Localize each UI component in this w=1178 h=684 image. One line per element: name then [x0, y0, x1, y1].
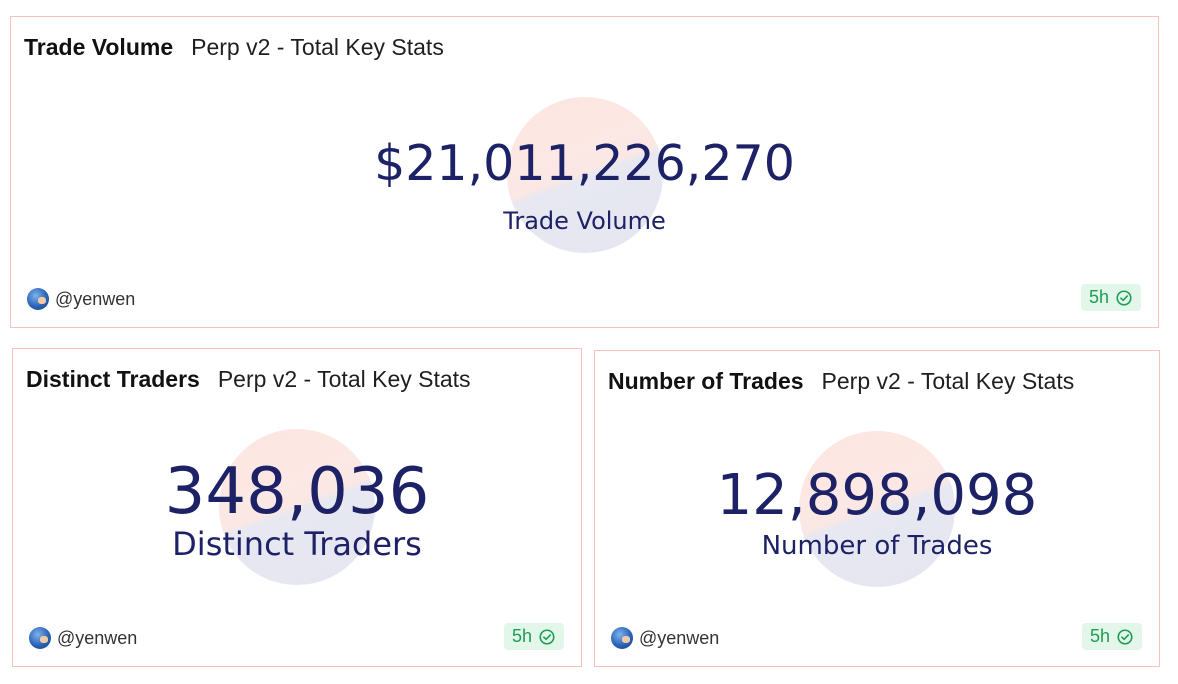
trade-volume-value: $21,011,226,270: [374, 135, 795, 192]
author-link[interactable]: @yenwen: [611, 627, 719, 649]
trade-volume-label: Trade Volume: [503, 207, 666, 235]
freshness-text: 5h: [511, 626, 532, 646]
freshness-text: 5h: [1088, 287, 1109, 307]
author-link[interactable]: @yenwen: [29, 627, 137, 649]
card-subtitle[interactable]: Perp v2 - Total Key Stats: [191, 34, 444, 61]
freshness-badge[interactable]: 5h: [503, 623, 564, 650]
user-avatar: [611, 627, 633, 649]
card-header: Trade Volume Perp v2 - Total Key Stats: [24, 34, 1146, 61]
distinct-traders-label: Distinct Traders: [172, 525, 422, 563]
number-of-trades-card[interactable]: Number of Trades Perp v2 - Total Key Sta…: [594, 350, 1160, 667]
trade-volume-card[interactable]: Trade Volume Perp v2 - Total Key Stats $…: [10, 16, 1159, 328]
number-of-trades-label: Number of Trades: [761, 531, 993, 561]
freshness-badge[interactable]: 5h: [1080, 284, 1141, 311]
author-name: @yenwen: [55, 288, 136, 309]
card-header: Distinct Traders Perp v2 - Total Key Sta…: [26, 366, 569, 393]
distinct-traders-card[interactable]: Distinct Traders Perp v2 - Total Key Sta…: [12, 348, 582, 667]
number-of-trades-value: 12,898,098: [716, 463, 1038, 528]
author-link[interactable]: @yenwen: [27, 288, 135, 310]
freshness-text: 5h: [1089, 626, 1110, 646]
check-circle-icon: [1117, 628, 1133, 645]
author-name: @yenwen: [57, 627, 138, 648]
card-subtitle[interactable]: Perp v2 - Total Key Stats: [822, 368, 1075, 395]
check-circle-icon: [1116, 289, 1132, 306]
card-header: Number of Trades Perp v2 - Total Key Sta…: [608, 368, 1147, 395]
freshness-badge[interactable]: 5h: [1081, 623, 1142, 650]
card-title[interactable]: Trade Volume: [24, 34, 173, 61]
card-subtitle[interactable]: Perp v2 - Total Key Stats: [218, 366, 471, 393]
author-name: @yenwen: [639, 627, 720, 648]
user-avatar: [27, 288, 49, 310]
check-circle-icon: [539, 628, 555, 645]
card-title[interactable]: Distinct Traders: [26, 366, 200, 393]
card-title[interactable]: Number of Trades: [608, 368, 804, 395]
distinct-traders-value: 348,036: [164, 455, 430, 529]
user-avatar: [29, 627, 51, 649]
